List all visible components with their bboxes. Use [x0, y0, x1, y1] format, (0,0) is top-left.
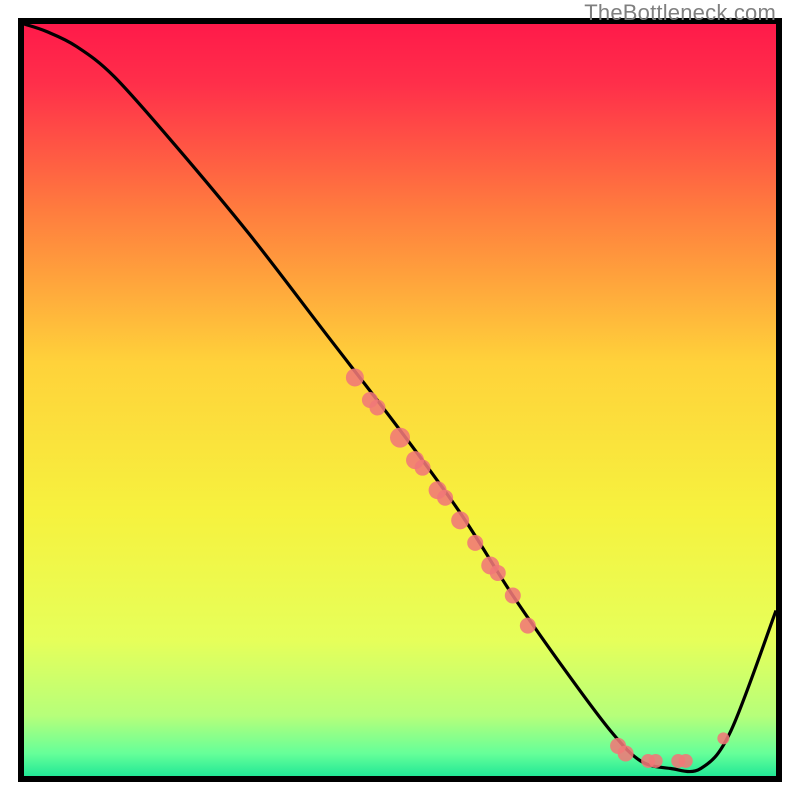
bottleneck-chart [24, 24, 776, 776]
marker-point [390, 428, 410, 448]
marker-point [505, 588, 521, 604]
marker-point [618, 745, 634, 761]
marker-point [415, 460, 431, 476]
marker-point [369, 400, 385, 416]
marker-point [490, 565, 506, 581]
marker-point [451, 511, 469, 529]
marker-point [679, 754, 693, 768]
gradient-background [24, 24, 776, 776]
marker-point [520, 618, 536, 634]
watermark-text: TheBottleneck.com [584, 0, 776, 26]
marker-point [346, 368, 364, 386]
marker-point [437, 490, 453, 506]
chart-frame [18, 18, 782, 782]
marker-point [717, 732, 729, 744]
marker-point [467, 535, 483, 551]
marker-point [649, 754, 663, 768]
